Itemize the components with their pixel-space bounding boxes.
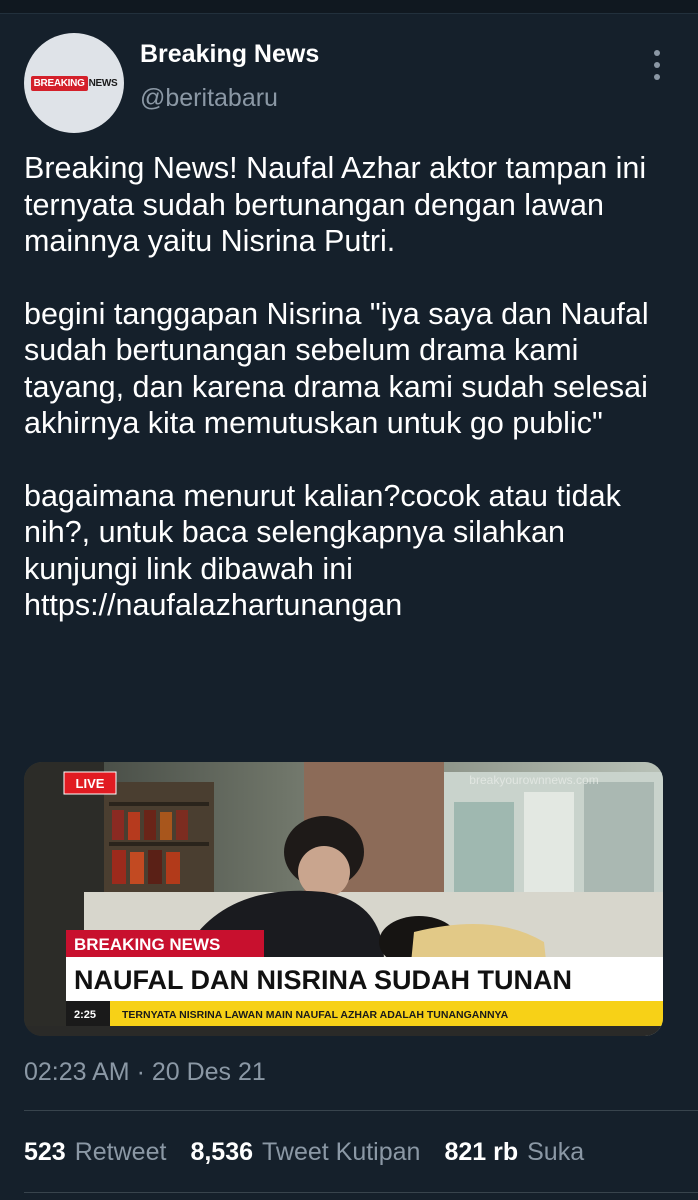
media-watermark: breakyourownnews.com xyxy=(469,773,598,787)
more-vertical-icon[interactable] xyxy=(646,50,668,80)
tweet-paragraph-1: Breaking News! Naufal Azhar aktor tampan… xyxy=(24,151,647,258)
media-breaking-tag: BREAKING NEWS xyxy=(74,935,220,954)
tweet-text: Breaking News! Naufal Azhar aktor tampan… xyxy=(24,150,674,624)
divider xyxy=(24,1110,698,1111)
more-dot xyxy=(654,74,660,80)
like-count-value: 821 rb xyxy=(444,1138,519,1166)
news-screenshot-graphic: LIVE breakyourownnews.com BREAKING NEWS … xyxy=(24,762,663,1036)
quote-tweet-count[interactable]: 8,536 Tweet Kutipan xyxy=(190,1138,420,1167)
more-dot xyxy=(654,62,660,68)
retweet-count[interactable]: 523 Retweet xyxy=(24,1138,166,1167)
avatar-logo-news: NEWS xyxy=(88,77,118,89)
quote-tweet-count-value: 8,536 xyxy=(190,1138,253,1166)
tweet-paragraph-3: bagaimana menurut kalian?cocok atau tida… xyxy=(24,478,621,623)
quote-tweet-count-label: Tweet Kutipan xyxy=(262,1138,421,1166)
media-headline: NAUFAL DAN NISRINA SUDAH TUNAN xyxy=(74,965,572,995)
divider xyxy=(24,1192,698,1193)
avatar-logo-breaking: BREAKING xyxy=(30,75,88,91)
retweet-count-value: 523 xyxy=(24,1138,66,1166)
like-count[interactable]: 821 rb Suka xyxy=(444,1138,584,1167)
like-count-label: Suka xyxy=(527,1138,585,1166)
tweet-media-image[interactable]: LIVE breakyourownnews.com BREAKING NEWS … xyxy=(24,762,663,1036)
media-live-badge: LIVE xyxy=(76,776,105,791)
more-dot xyxy=(654,50,660,56)
retweet-count-label: Retweet xyxy=(74,1138,167,1166)
tweet-stats: 523 Retweet 8,536 Tweet Kutipan 821 rb S… xyxy=(24,1138,608,1167)
avatar[interactable]: BREAKING NEWS xyxy=(24,33,124,133)
media-ticker-text: TERNYATA NISRINA LAWAN MAIN NAUFAL AZHAR… xyxy=(122,1009,509,1021)
author-name[interactable]: Breaking News xyxy=(140,40,319,69)
media-ticker-time: 2:25 xyxy=(74,1009,96,1021)
tweet-timestamp[interactable]: 02:23 AM · 20 Des 21 xyxy=(24,1058,266,1087)
avatar-logo: BREAKING NEWS xyxy=(30,75,118,91)
tweet-paragraph-2: begini tanggapan Nisrina "iya saya dan N… xyxy=(24,296,649,441)
author-handle[interactable]: @beritabaru xyxy=(140,84,278,113)
top-edge-bar xyxy=(0,0,698,14)
